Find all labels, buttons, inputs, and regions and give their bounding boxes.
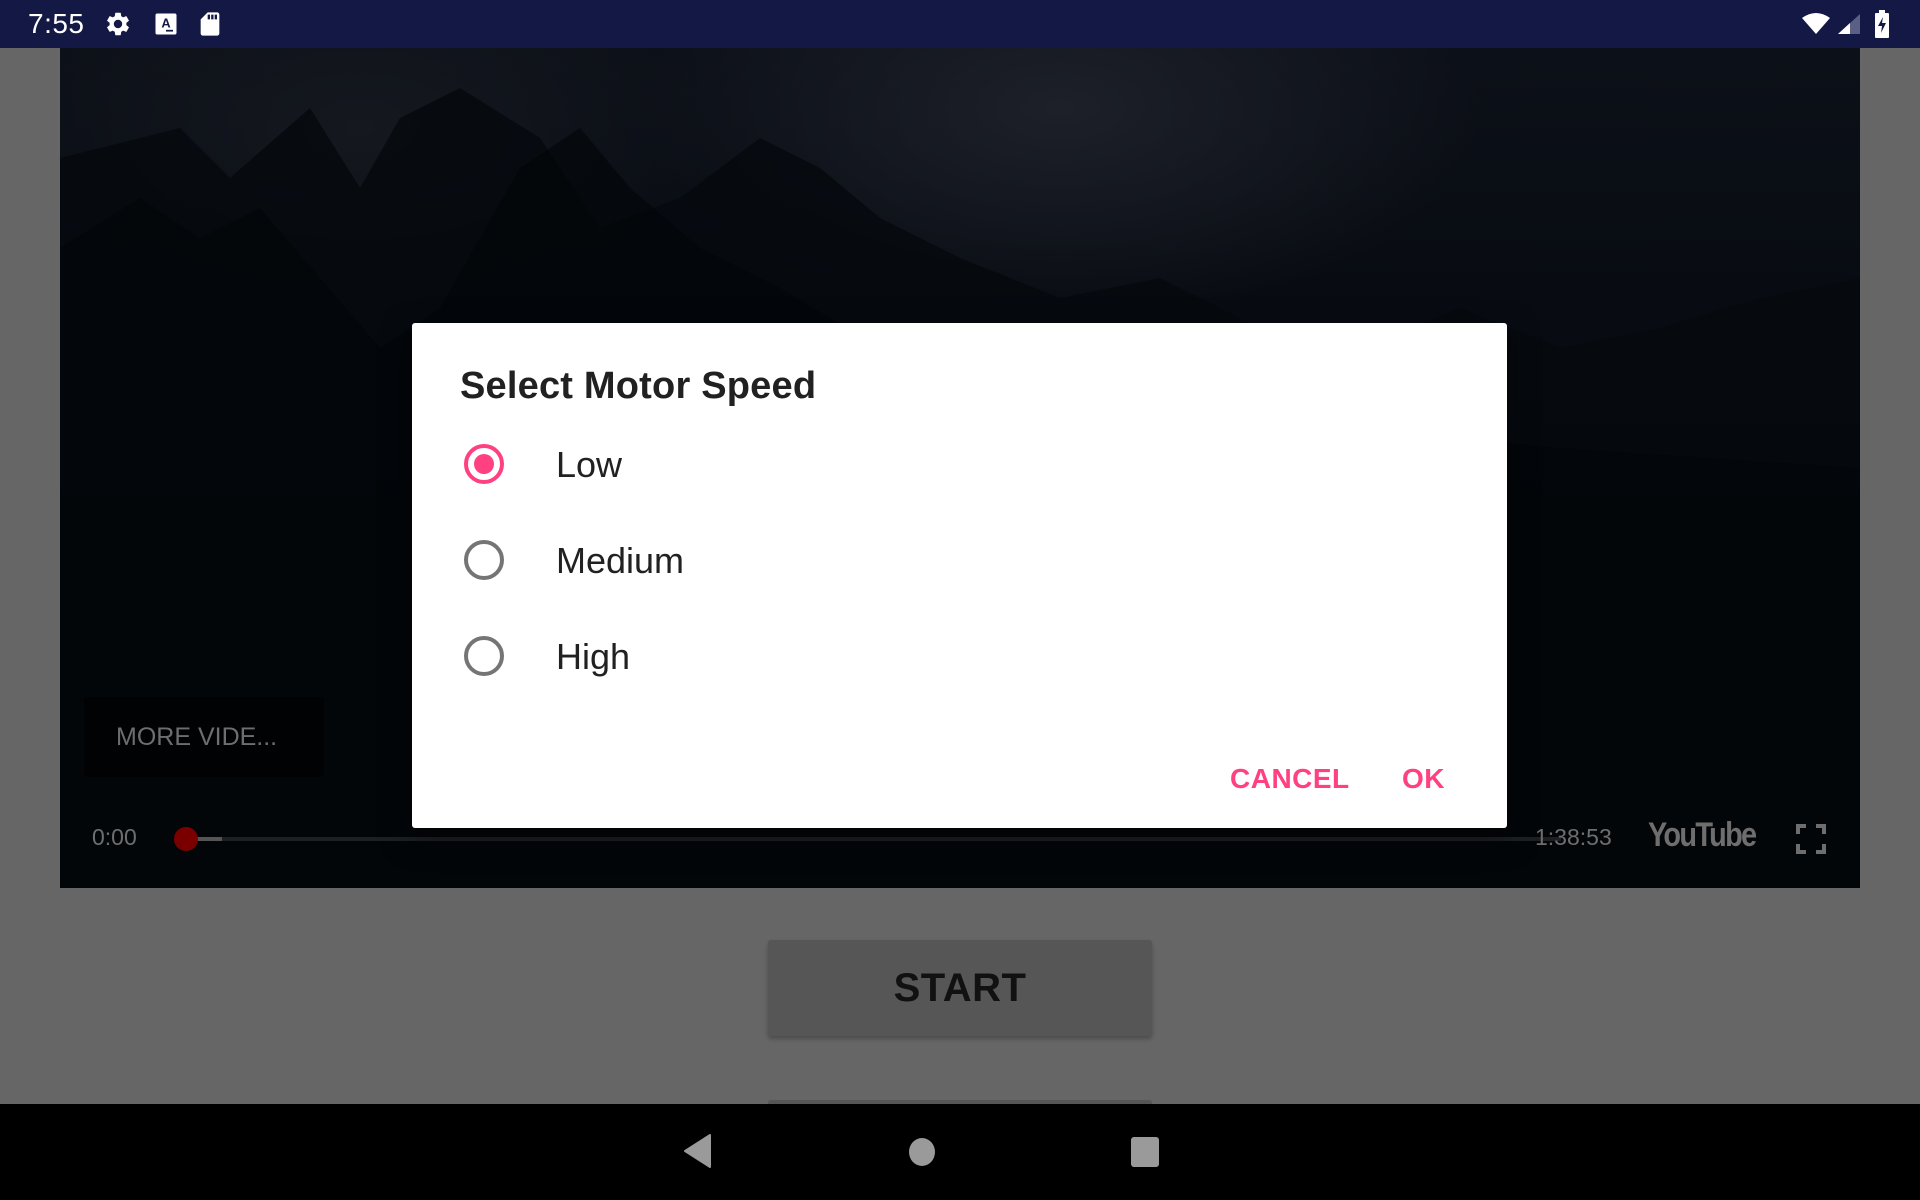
status-bar: 7:55 A [0, 0, 1920, 48]
radio-button[interactable] [464, 636, 504, 676]
status-time: 7:55 [28, 8, 85, 39]
radio-label: Low [556, 444, 623, 485]
wifi-icon [1802, 13, 1830, 34]
cancel-button[interactable]: CANCEL [1222, 751, 1358, 807]
cell-signal-icon [1838, 14, 1860, 34]
navigation-bar [0, 1104, 1920, 1200]
radio-button-checked[interactable] [464, 444, 504, 484]
screen: 7:55 A MORE VIDE... 0:00 1:38:53 YouTube… [0, 0, 1920, 1200]
ok-button[interactable]: OK [1394, 751, 1453, 807]
back-icon[interactable] [684, 1134, 712, 1168]
gear-icon [107, 12, 129, 36]
home-icon[interactable] [909, 1138, 935, 1166]
sd-card-icon [200, 12, 220, 36]
recents-icon[interactable] [1131, 1137, 1159, 1167]
radio-button[interactable] [464, 540, 504, 580]
radio-label: High [556, 636, 631, 677]
dialog-title: Select Motor Speed [460, 365, 817, 407]
battery-charging-icon [1875, 10, 1889, 38]
radio-option-medium[interactable]: Medium [412, 512, 1507, 608]
keyboard-a-icon: A [155, 13, 177, 35]
radio-option-low[interactable]: Low [412, 416, 1507, 512]
radio-label: Medium [556, 540, 685, 581]
radio-option-high[interactable]: High [412, 608, 1507, 704]
motor-speed-dialog: Select Motor Speed Low Medium High CANCE… [412, 323, 1507, 828]
svg-text:A: A [161, 16, 170, 31]
